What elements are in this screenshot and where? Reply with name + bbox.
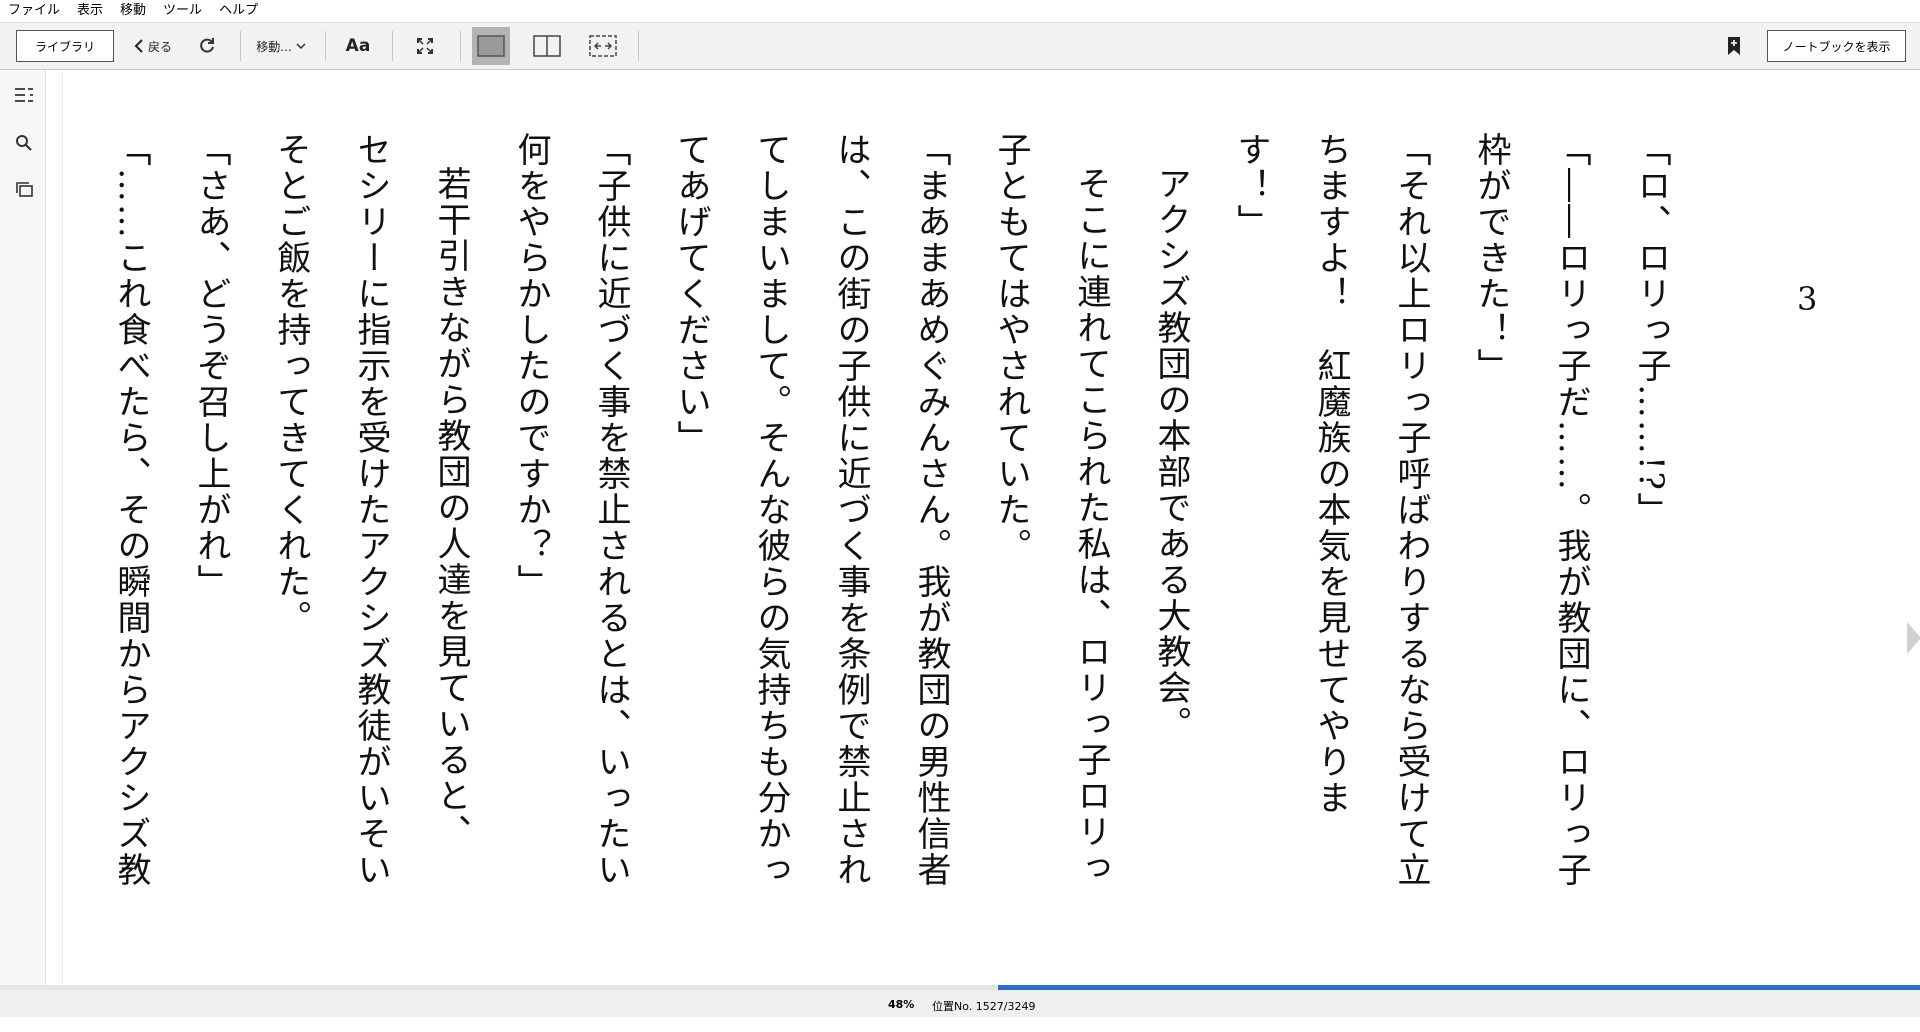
scroll-view-icon [589,35,617,57]
text-line: 「それ以上ロリっ子呼ばわりするなら受けて立 [1391,132,1431,888]
text-line: 「子供に近づく事を禁止されるとは、いったい [591,132,631,888]
reading-page[interactable]: 3 「ロ、ロリっ子……!?」 「――ロリっ子だ……。我が教団に、ロリっ子 枠がで… [62,70,1920,988]
show-notebook-button[interactable]: ノートブックを表示 [1767,30,1906,62]
text-line: 「まあまあめぐみんさん。我が教団の男性信者 [911,132,951,888]
back-label: 戻る [147,39,172,54]
two-page-icon [533,35,561,57]
text-line: そとご飯を持ってきてくれた。 [271,132,311,636]
text-line: ちますよ！ 紅魔族の本気を見せてやりま [1311,132,1351,816]
menu-help[interactable]: ヘルプ [211,0,267,22]
text-line: セシリーに指示を受けたアクシズ教徒がいそい [351,132,391,888]
toolbar-divider [638,31,639,61]
toc-icon [15,88,33,102]
text-line: 「ロ、ロリっ子……!?」 [1631,132,1671,528]
toolbar-divider [325,31,326,61]
text-line: 「――ロリっ子だ……。我が教団に、ロリっ子 [1551,132,1591,888]
text-line: す！」 [1231,132,1271,240]
flashcards-button[interactable] [13,178,35,200]
vertical-text-body: 「ロ、ロリっ子……!?」 「――ロリっ子だ……。我が教団に、ロリっ子 枠ができた… [91,132,1691,1032]
scroll-view-button[interactable] [584,23,622,69]
page-number: 3 [1797,280,1818,318]
text-line: そこに連れてこられた私は、ロリっ子ロリっ [1071,166,1111,886]
next-page-arrow-icon[interactable] [1907,622,1920,654]
toolbar-divider [392,31,393,61]
progress-percent: 48% [888,998,915,1011]
goto-label: 移動... [256,39,292,54]
goto-dropdown[interactable]: 移動... [250,23,312,69]
menu-bar: ファイル 表示 移動 ツール ヘルプ [0,0,1920,22]
text-line: 「さあ、どうぞ召し上がれ」 [191,132,231,600]
two-page-view-button[interactable] [528,23,566,69]
font-settings-button[interactable]: Aa [340,23,376,69]
location-indicator: 位置No. 1527/3249 [932,1000,1036,1013]
fullscreen-button[interactable] [410,23,440,69]
search-icon [16,135,32,151]
fullscreen-icon [417,38,433,54]
refresh-icon [200,38,214,53]
toolbar-divider [460,31,461,61]
text-line: 若干引きながら教団の人達を見ていると、 [431,166,471,850]
text-line: 子ともてはやされていた。 [991,132,1031,564]
bookmark-button[interactable] [1722,23,1746,69]
back-button[interactable]: 戻る [128,23,178,69]
toolbar-divider [240,31,241,61]
text-line: は、この街の子供に近づく事を条例で禁止され [831,132,871,888]
search-button[interactable] [13,132,35,154]
menu-file[interactable]: ファイル [0,0,69,22]
library-button[interactable]: ライブラリ [16,30,114,62]
text-line: 何をやらかしたのですか？」 [511,132,551,600]
refresh-button[interactable] [192,23,222,69]
text-line: 枠ができた！」 [1471,132,1511,384]
text-line: 「……これ食べたら、その瞬間からアクシズ教 [111,132,151,888]
cards-icon [16,182,33,197]
menu-navigate[interactable]: 移動 [112,0,155,22]
status-bar: 48% 位置No. 1527/3249 [0,985,1920,1017]
bookmark-add-icon [1728,37,1740,55]
reading-progress-bar[interactable] [0,985,1920,990]
text-line: てあげてください」 [671,132,711,456]
chevron-down-icon [296,43,306,50]
table-of-contents-button[interactable] [13,84,35,106]
reading-progress-fill [998,985,1920,990]
left-sidebar [0,70,46,990]
menu-tools[interactable]: ツール [155,0,211,22]
text-line: てしまいまして。そんな彼らの気持ちも分かっ [751,132,791,888]
single-page-icon [477,35,505,57]
single-page-view-button[interactable] [472,27,510,65]
text-line: アクシズ教団の本部である大教会。 [1151,166,1191,742]
chevron-left-icon [134,39,143,53]
toolbar: ライブラリ 戻る 移動... Aa ノートブックを表示 [0,22,1920,70]
menu-view[interactable]: 表示 [69,0,112,22]
